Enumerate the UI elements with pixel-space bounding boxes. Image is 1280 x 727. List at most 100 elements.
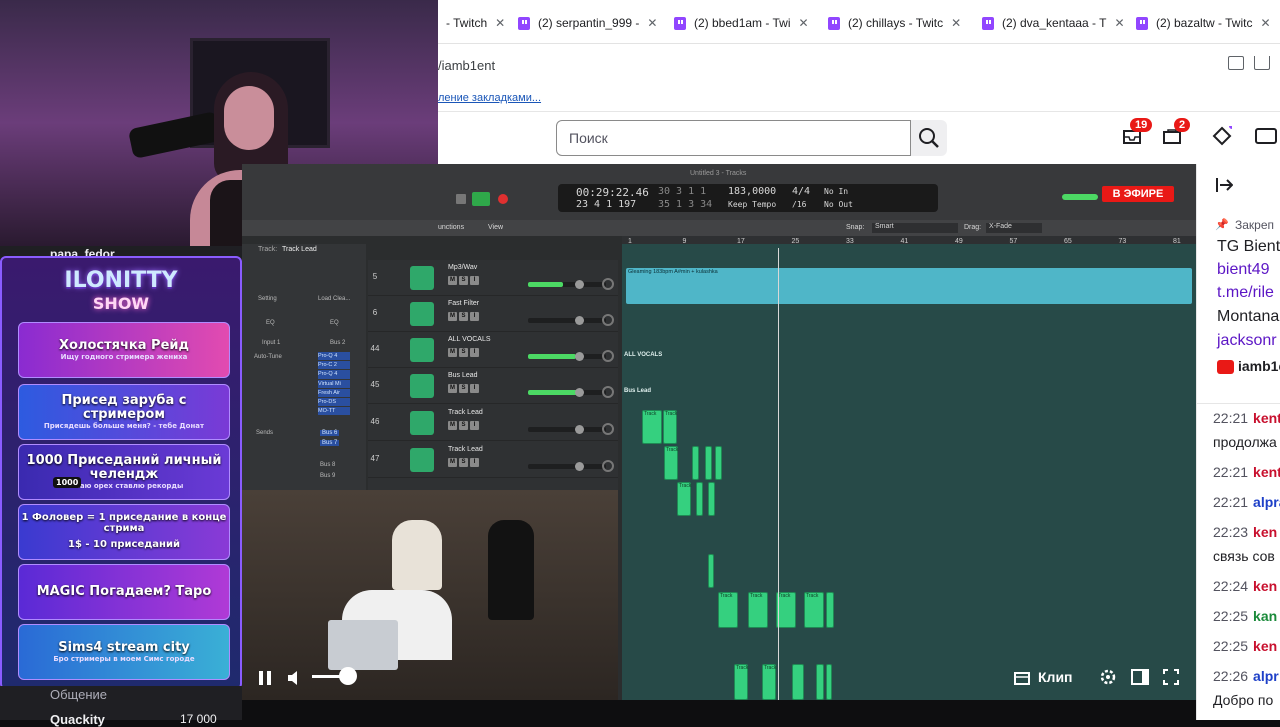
- collapse-chat-icon[interactable]: [1215, 178, 1233, 192]
- daw-track[interactable]: 6 Fast Filter M S I: [368, 296, 618, 332]
- plugin-slot[interactable]: Pro-C 2: [318, 361, 350, 370]
- fader-knob[interactable]: [575, 425, 585, 434]
- solo-button[interactable]: S: [459, 312, 468, 321]
- send-slot[interactable]: Bus 6: [320, 430, 340, 436]
- fader-knob[interactable]: [575, 316, 585, 325]
- volume-fader[interactable]: [528, 354, 606, 359]
- search-input[interactable]: Поиск: [556, 120, 911, 156]
- chat-username[interactable]: kent: [1253, 410, 1280, 426]
- midi-region[interactable]: Track: [748, 592, 768, 628]
- chat-username[interactable]: ken: [1253, 578, 1277, 594]
- plugin-slot[interactable]: Pro-Q 4: [318, 352, 350, 361]
- close-icon[interactable]: ✕: [495, 16, 505, 30]
- settings-icon[interactable]: [1099, 668, 1117, 686]
- chat-message[interactable]: 22:21 kent: [1213, 464, 1280, 480]
- pinned-link[interactable]: bient49: [1217, 261, 1270, 279]
- pan-knob[interactable]: [602, 278, 614, 290]
- output-slot[interactable]: Bus 8: [320, 462, 335, 468]
- plugin-slot[interactable]: Fresh Air: [318, 388, 350, 398]
- whispers-button[interactable]: 2: [1162, 118, 1191, 144]
- close-icon[interactable]: ✕: [951, 16, 961, 30]
- url-text[interactable]: /iamb1ent: [438, 58, 495, 73]
- midi-region[interactable]: Track: [804, 592, 824, 628]
- input-monitor-button[interactable]: I: [470, 276, 479, 285]
- inspector-autotune[interactable]: Auto-Tune: [254, 354, 282, 360]
- pan-knob[interactable]: [602, 350, 614, 362]
- tab-serpantin[interactable]: (2) serpantin_999 - ✕: [518, 12, 657, 34]
- volume-fader[interactable]: [528, 282, 606, 287]
- audio-region[interactable]: Gleaming 183bpm A#min + kulashka: [626, 268, 1192, 304]
- chat-username[interactable]: alpra: [1253, 494, 1280, 510]
- volume-fader[interactable]: [528, 464, 606, 469]
- track-name[interactable]: Track Lead: [448, 446, 483, 453]
- plugin-slot[interactable]: MO-TT: [318, 407, 350, 416]
- chat-message[interactable]: связь сов: [1213, 548, 1275, 564]
- close-icon[interactable]: ✕: [799, 16, 809, 30]
- volume-fader[interactable]: [528, 427, 606, 432]
- chat-message[interactable]: 22:23 ken: [1213, 524, 1277, 540]
- track-name[interactable]: Bus Lead: [448, 372, 478, 379]
- chat-message[interactable]: 22:21 kent: [1213, 410, 1280, 426]
- plugin-slot[interactable]: Pro-Q 4: [318, 370, 350, 379]
- chat-username[interactable]: ken: [1253, 638, 1277, 654]
- volume-fader[interactable]: [528, 390, 606, 395]
- snap-select[interactable]: Smart: [872, 223, 958, 233]
- pan-knob[interactable]: [602, 423, 614, 435]
- pinned-link[interactable]: jacksonr: [1217, 332, 1277, 350]
- daw-track[interactable]: 47 Track Lead M S I: [368, 442, 618, 478]
- pause-icon[interactable]: [258, 670, 272, 686]
- input-monitor-button[interactable]: I: [470, 421, 479, 430]
- address-bar[interactable]: /iamb1ent: [438, 44, 1280, 86]
- fader-knob[interactable]: [575, 388, 585, 397]
- midi-region[interactable]: Track: [642, 410, 662, 444]
- daw-track[interactable]: 45 Bus Lead M S I: [368, 368, 618, 404]
- tab-bbed1am[interactable]: (2) bbed1am - Twi ✕: [674, 12, 809, 34]
- chat-message[interactable]: 22:25 ken: [1213, 638, 1277, 654]
- category-label[interactable]: Общение: [50, 687, 107, 702]
- track-name[interactable]: Fast Filter: [448, 300, 479, 307]
- plugin-slot[interactable]: Virtual Mi: [318, 379, 350, 388]
- midi-region[interactable]: Track: [664, 446, 678, 480]
- solo-button[interactable]: S: [459, 276, 468, 285]
- search-button[interactable]: [911, 120, 947, 156]
- output-slot[interactable]: Bus 9: [320, 473, 335, 479]
- send-slot[interactable]: Bus 7: [320, 440, 340, 446]
- chat-message[interactable]: 22:26 alpr: [1213, 668, 1279, 684]
- midi-region[interactable]: Track: [677, 482, 691, 516]
- fullscreen-icon[interactable]: [1163, 669, 1179, 685]
- mute-button[interactable]: M: [448, 276, 457, 285]
- mute-button[interactable]: M: [448, 312, 457, 321]
- drag-select[interactable]: X-Fade: [986, 223, 1042, 233]
- volume-fader[interactable]: [528, 318, 606, 323]
- chat-message[interactable]: 22:25 kan: [1213, 608, 1277, 624]
- midi-region[interactable]: [692, 446, 699, 480]
- daw-track[interactable]: 46 Track Lead M S I: [368, 405, 618, 441]
- inspector-bus[interactable]: Bus 2: [330, 340, 345, 346]
- midi-region[interactable]: [826, 592, 834, 628]
- arrange-area[interactable]: Gleaming 183bpm A#min + kulashka ALL VOC…: [622, 244, 1196, 700]
- solo-button[interactable]: S: [459, 458, 468, 467]
- midi-region[interactable]: [696, 482, 703, 516]
- chat-message[interactable]: 22:24 ken: [1213, 578, 1277, 594]
- clip-icon[interactable]: [1014, 670, 1030, 686]
- chat-username[interactable]: kent: [1253, 464, 1280, 480]
- pan-knob[interactable]: [602, 314, 614, 326]
- prime-button[interactable]: [1212, 123, 1235, 146]
- pinned-user[interactable]: iamb1e: [1238, 358, 1280, 374]
- midi-region[interactable]: [705, 446, 712, 480]
- clip-button[interactable]: Клип: [1038, 669, 1073, 685]
- install-app-icon[interactable]: [1228, 56, 1244, 70]
- tab-bazaltw[interactable]: (2) bazaltw - Twitc ✕: [1136, 12, 1271, 34]
- fader-knob[interactable]: [575, 352, 585, 361]
- close-icon[interactable]: ✕: [1260, 16, 1270, 30]
- inspector-eq-2[interactable]: EQ: [330, 320, 339, 326]
- midi-region[interactable]: Track: [718, 592, 738, 628]
- mute-button[interactable]: M: [448, 421, 457, 430]
- chat-username[interactable]: alpr: [1253, 668, 1279, 684]
- theatre-mode-icon[interactable]: [1131, 669, 1149, 685]
- track-name[interactable]: ALL VOCALS: [448, 336, 491, 343]
- fader-knob[interactable]: [575, 462, 585, 471]
- midi-region[interactable]: [715, 446, 722, 480]
- playhead[interactable]: [778, 248, 779, 700]
- pan-knob[interactable]: [602, 460, 614, 472]
